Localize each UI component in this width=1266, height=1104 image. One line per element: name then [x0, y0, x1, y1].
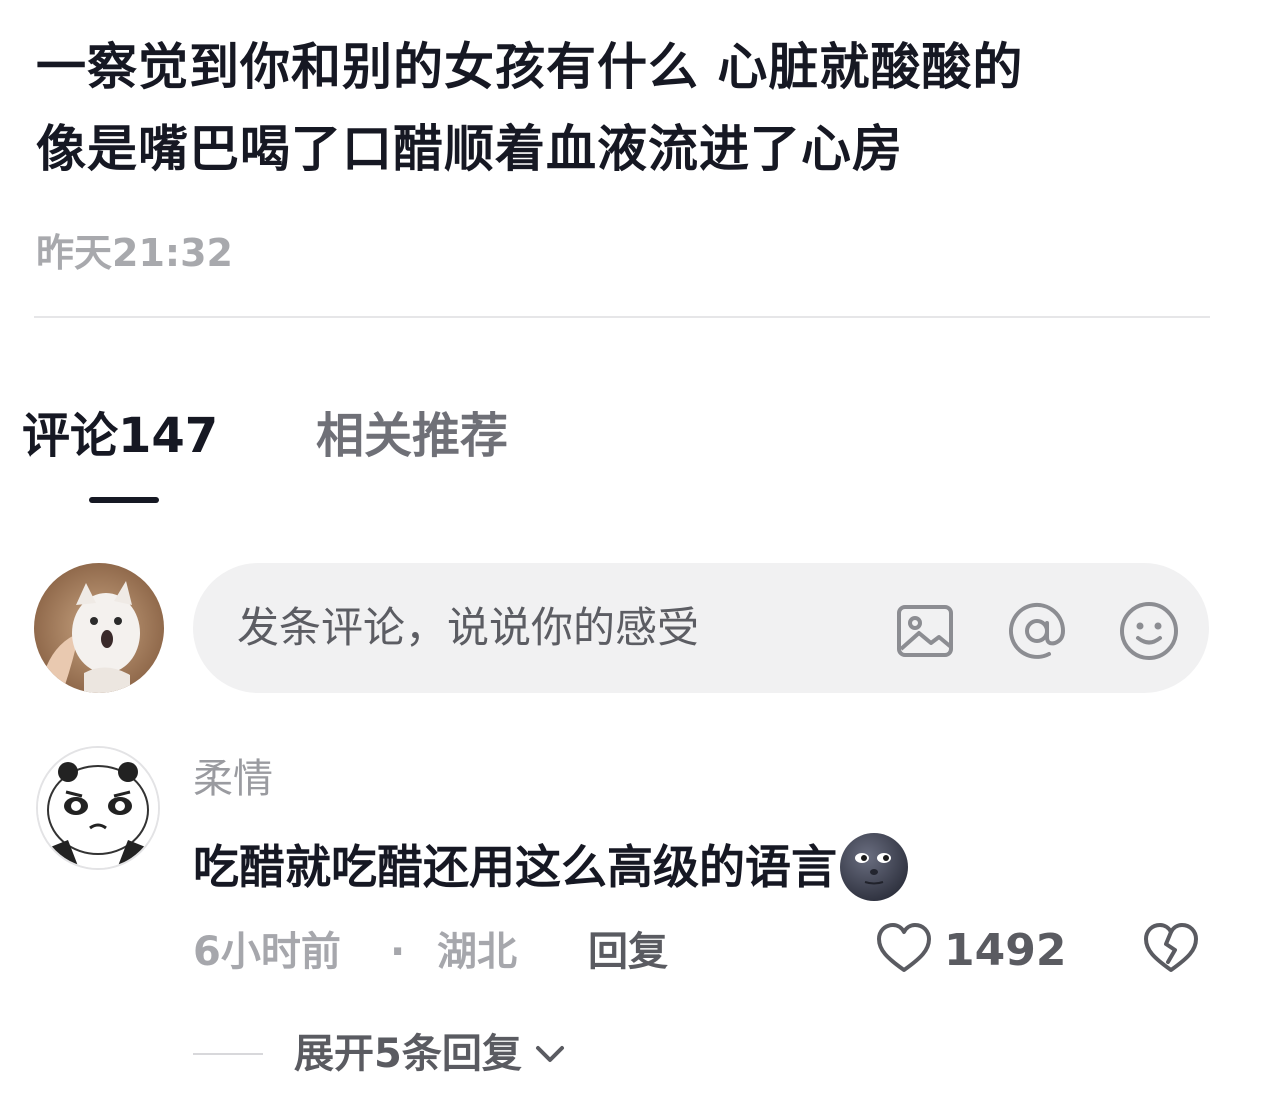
- new-moon-face-emoji: [840, 833, 908, 901]
- post-timestamp: 昨天21:32: [36, 231, 233, 275]
- chevron-down-icon: [535, 1046, 564, 1062]
- post-text-line-1: 一察觉到你和别的女孩有什么 心脏就酸酸的: [36, 38, 1024, 96]
- meta-separator: ·: [390, 929, 406, 975]
- tab-comments[interactable]: 评论147: [22, 406, 218, 466]
- like-count: 1492: [944, 925, 1067, 976]
- comment-body: 吃醋就吃醋还用这么高级的语言: [193, 830, 911, 904]
- section-divider: [34, 316, 1210, 318]
- expand-divider: [193, 1053, 263, 1055]
- tab-related[interactable]: 相关推荐: [316, 406, 508, 466]
- active-tab-indicator: [89, 497, 159, 503]
- panda-avatar-image: [38, 748, 158, 868]
- broken-heart-icon[interactable]: [1142, 920, 1200, 978]
- cat-avatar-image: [34, 563, 164, 693]
- comment-location: 湖北: [437, 929, 517, 975]
- expand-replies-button[interactable]: 展开5条回复: [294, 1028, 570, 1080]
- commenter-name[interactable]: 柔情: [193, 754, 273, 804]
- comment-time: 6小时前: [193, 929, 341, 975]
- post-content: 一察觉到你和别的女孩有什么 心脏就酸酸的 像是嘴巴喝了口醋顺着血液流进了心房: [36, 26, 1226, 190]
- at-icon[interactable]: [1005, 599, 1069, 663]
- my-avatar[interactable]: [34, 563, 164, 693]
- comment-text: 吃醋就吃醋还用这么高级的语言: [193, 840, 837, 894]
- commenter-avatar[interactable]: [36, 746, 160, 870]
- emoji-icon[interactable]: [1117, 599, 1181, 663]
- heart-icon[interactable]: [875, 920, 933, 978]
- comment-input[interactable]: 发条评论，说说你的感受: [193, 563, 1209, 693]
- reply-button[interactable]: 回复: [588, 926, 668, 978]
- post-text-line-2: 像是嘴巴喝了口醋顺着血液流进了心房: [36, 120, 903, 178]
- image-icon[interactable]: [893, 599, 957, 663]
- expand-replies-label: 展开5条回复: [294, 1031, 522, 1077]
- comment-input-placeholder: 发条评论，说说你的感受: [237, 603, 700, 652]
